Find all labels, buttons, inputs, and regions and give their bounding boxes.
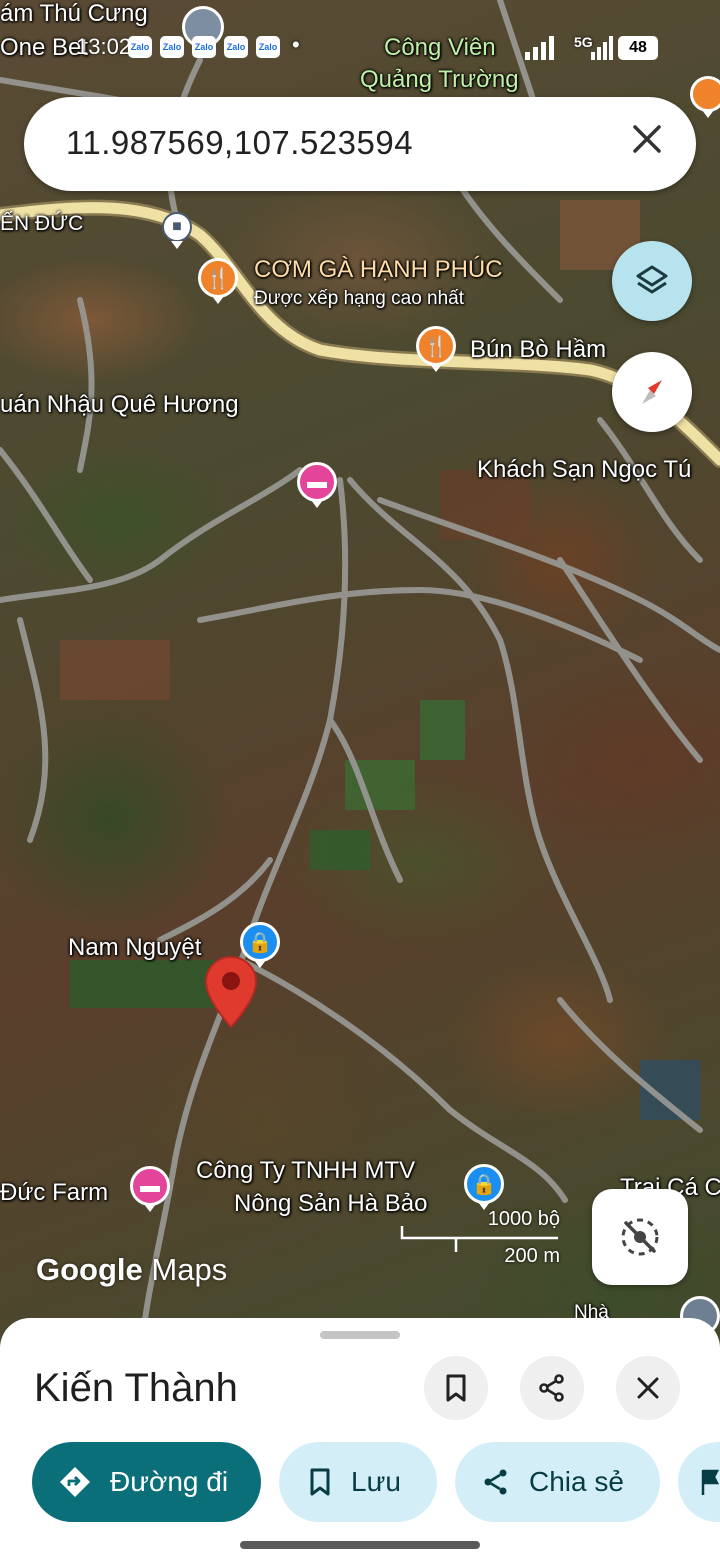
location-pin-icon[interactable] bbox=[204, 955, 258, 1029]
flag-icon bbox=[700, 1467, 720, 1497]
battery-level: 48 bbox=[629, 39, 647, 56]
map-label-duc-farm[interactable]: Đức Farm bbox=[0, 1179, 108, 1207]
place-title: Kiến Thành bbox=[34, 1366, 238, 1410]
map-label-park-line2[interactable]: Quảng Trường bbox=[360, 66, 519, 94]
close-sheet-button[interactable] bbox=[616, 1356, 680, 1420]
map-label-area: ẾN ĐỨC bbox=[0, 212, 84, 235]
compass-button[interactable] bbox=[612, 352, 692, 432]
scale-metric: 200 m bbox=[504, 1245, 560, 1267]
directions-icon bbox=[58, 1465, 92, 1499]
share-icon bbox=[539, 1374, 564, 1402]
search-bar[interactable]: 11.987569,107.523594 bbox=[24, 97, 696, 191]
restaurant-pin-icon[interactable]: 🍴 bbox=[416, 326, 456, 372]
status-bar: 13:02 Zalo Zalo Zalo Zalo Zalo • 5G 48 bbox=[0, 0, 720, 60]
google-wordmark: Google bbox=[36, 1252, 143, 1287]
map-label-restaurant-rating: Được xếp hạng cao nhất bbox=[254, 288, 465, 309]
hotel-pin-icon[interactable]: ▬ bbox=[130, 1166, 170, 1212]
zalo-notification-icon: Zalo bbox=[256, 36, 280, 58]
location-off-icon bbox=[621, 1218, 659, 1256]
map-label-company-line2[interactable]: Nông Sản Hà Bảo bbox=[234, 1190, 427, 1218]
map-label-nam-nguyet[interactable]: Nam Nguyệt bbox=[68, 934, 201, 962]
more-actions-chip[interactable] bbox=[678, 1442, 720, 1522]
save-label: Lưu bbox=[351, 1466, 401, 1497]
signal-icon bbox=[591, 36, 613, 60]
search-input[interactable]: 11.987569,107.523594 bbox=[66, 124, 413, 162]
map-label-bun-bo[interactable]: Bún Bò Hầm bbox=[470, 336, 606, 364]
layers-button[interactable] bbox=[612, 241, 692, 321]
map-label-company-line1[interactable]: Công Ty TNHH MTV bbox=[196, 1157, 415, 1185]
battery-icon: 48 bbox=[618, 36, 658, 60]
maps-wordmark: Maps bbox=[151, 1252, 228, 1287]
restaurant-pin-icon[interactable]: 🍴 bbox=[198, 258, 238, 304]
share-chip-button[interactable]: Chia sẻ bbox=[455, 1442, 660, 1522]
zalo-notification-icon: Zalo bbox=[128, 36, 152, 58]
bookmark-icon bbox=[307, 1467, 333, 1497]
save-button[interactable]: Lưu bbox=[279, 1442, 437, 1522]
directions-button[interactable]: Đường đi bbox=[32, 1442, 261, 1522]
map-label-khach-san[interactable]: Khách Sạn Ngọc Tú bbox=[477, 456, 691, 484]
compass-icon bbox=[642, 380, 662, 404]
share-button[interactable] bbox=[520, 1356, 584, 1420]
share-icon bbox=[481, 1467, 511, 1497]
my-location-button[interactable] bbox=[592, 1189, 688, 1285]
bookmark-button[interactable] bbox=[424, 1356, 488, 1420]
close-icon bbox=[633, 125, 661, 153]
map-label-quan-nhau[interactable]: uán Nhậu Quê Hương bbox=[0, 391, 239, 419]
google-maps-logo: Google Maps bbox=[36, 1252, 227, 1288]
close-icon bbox=[637, 1377, 659, 1399]
directions-label: Đường đi bbox=[110, 1466, 229, 1497]
share-label: Chia sẻ bbox=[529, 1466, 624, 1497]
drag-handle[interactable] bbox=[320, 1331, 400, 1339]
dot-icon: • bbox=[292, 32, 300, 57]
zalo-notification-icon: Zalo bbox=[224, 36, 248, 58]
clear-search-button[interactable] bbox=[626, 123, 668, 165]
map-label-restaurant[interactable]: CƠM GÀ HẠNH PHÚC bbox=[254, 256, 503, 284]
shop-pin-icon[interactable]: 🔒 bbox=[464, 1164, 504, 1210]
map-scale: 1000 bộ 200 m bbox=[400, 1208, 560, 1268]
signal-icon bbox=[525, 36, 554, 60]
gesture-navigation-bar[interactable] bbox=[240, 1541, 480, 1549]
place-bottom-sheet[interactable]: Kiến Thành Đường đi Lưu Chia sẻ bbox=[0, 1318, 720, 1563]
bus-stop-icon[interactable]: ■ bbox=[162, 212, 192, 249]
bookmark-icon bbox=[446, 1374, 466, 1402]
status-time: 13:02 bbox=[76, 34, 132, 59]
hotel-pin-icon[interactable]: ▬ bbox=[297, 462, 337, 508]
zalo-notification-icon: Zalo bbox=[192, 36, 216, 58]
cafe-pin-icon[interactable] bbox=[690, 76, 720, 118]
zalo-notification-icon: Zalo bbox=[160, 36, 184, 58]
layers-icon bbox=[636, 265, 668, 294]
